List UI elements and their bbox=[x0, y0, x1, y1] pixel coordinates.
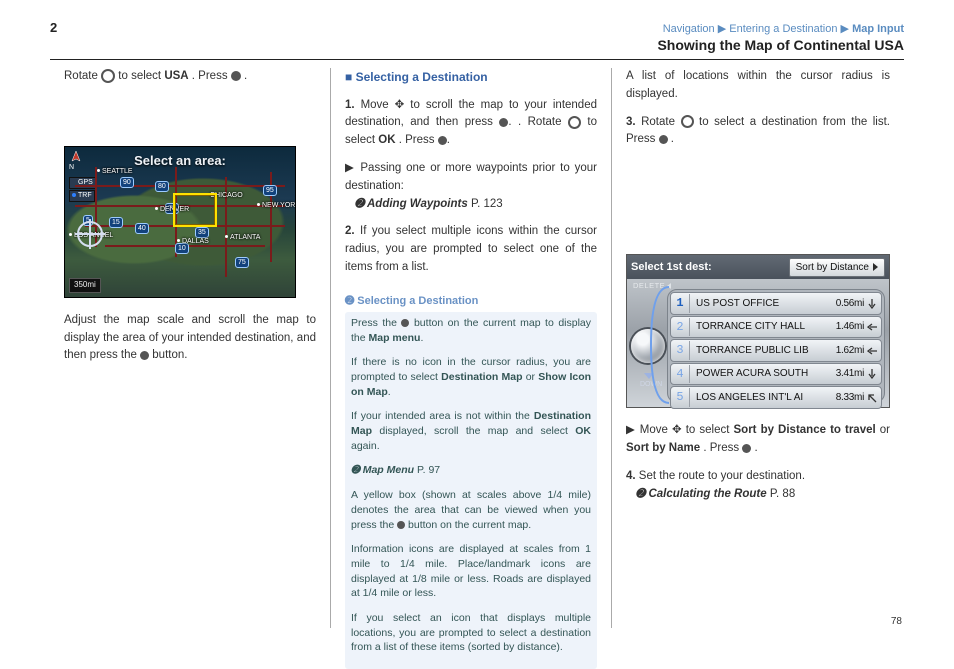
destination-list-item[interactable]: 2 TORRANCE CITY HALL1.46mi bbox=[670, 316, 882, 339]
destination-name: TORRANCE PUBLIC LIB bbox=[696, 343, 832, 359]
destination-list-item[interactable]: 4 POWER ACURA SOUTH3.41mi bbox=[670, 363, 882, 386]
compass-label: N bbox=[69, 163, 74, 174]
map-cursor-box bbox=[173, 193, 217, 227]
select-destination-figure: Select 1st dest: Sort by Distance DELETE… bbox=[626, 254, 890, 408]
destination-name: POWER ACURA SOUTH bbox=[696, 366, 832, 382]
col2-step2: 2. If you select multiple icons within t… bbox=[345, 223, 597, 276]
interstate-shield: 90 bbox=[120, 177, 134, 188]
col2-step1: 1. Move ✥ to scroll the map to your inte… bbox=[345, 97, 597, 150]
destination-name: US POST OFFICE bbox=[696, 296, 832, 312]
dial-icon bbox=[568, 116, 581, 129]
interstate-shield: 80 bbox=[155, 181, 169, 192]
destination-distance: 1.62mi bbox=[836, 343, 864, 359]
destination-list-item[interactable]: 3 TORRANCE PUBLIC LIB1.62mi bbox=[670, 339, 882, 362]
destination-distance: 8.33mi bbox=[836, 390, 864, 406]
enter-icon bbox=[401, 319, 409, 327]
note-head: ➋ Selecting a Destination bbox=[345, 293, 597, 310]
destination-list-item[interactable]: 5 LOS ANGELES INT'L AI8.33mi bbox=[670, 386, 882, 409]
interstate-shield: 15 bbox=[109, 217, 123, 228]
joystick-icon: ✥ bbox=[672, 424, 682, 436]
dial-icon[interactable] bbox=[631, 329, 665, 363]
interstate-shield: 95 bbox=[263, 185, 277, 196]
list-index: 1 bbox=[671, 294, 690, 313]
gps-chip: GPS bbox=[69, 177, 96, 189]
list-index: 3 bbox=[671, 341, 690, 360]
nav-header: Select 1st dest: Sort by Distance bbox=[627, 255, 889, 279]
enter-icon bbox=[742, 444, 751, 453]
chevron-down-icon bbox=[644, 373, 654, 379]
col3-step4: 4. Set the route to your destination. ➋ … bbox=[626, 468, 890, 504]
list-index: 4 bbox=[671, 365, 690, 384]
breadcrumb: Navigation ▶ Entering a Destination ▶ Ma… bbox=[657, 22, 904, 35]
list-index: 5 bbox=[671, 388, 690, 407]
nav-title: Select 1st dest: bbox=[631, 259, 712, 276]
chevron-right-icon bbox=[873, 263, 878, 271]
vehicle-crosshair-icon bbox=[77, 221, 103, 247]
map-city: SEATTLE bbox=[97, 167, 133, 178]
section-number: 2 bbox=[50, 20, 57, 35]
enter-icon bbox=[140, 351, 149, 360]
enter-icon bbox=[499, 118, 508, 127]
destination-distance: 0.56mi bbox=[836, 296, 864, 312]
direction-arrow-icon bbox=[867, 299, 877, 309]
trf-chip: TRF bbox=[69, 190, 95, 202]
direction-arrow-icon bbox=[867, 322, 877, 332]
map-city: DALLAS bbox=[177, 237, 209, 248]
map-city: NEW YORK bbox=[257, 201, 296, 212]
scroll-down-button[interactable]: DOWN bbox=[640, 373, 658, 391]
col3-step3: 3. Rotate to select a destination from t… bbox=[626, 114, 890, 150]
list-index: 2 bbox=[671, 318, 690, 337]
col3-sortnote: ▶ Move ✥ to select Sort by Distance to t… bbox=[626, 422, 890, 458]
sort-by-distance-button[interactable]: Sort by Distance bbox=[789, 258, 885, 278]
column-1: Rotate to select USA . Press . Select an… bbox=[50, 68, 330, 628]
destination-list: 1 US POST OFFICE0.56mi 2 TORRANCE CITY HALL… bbox=[667, 289, 885, 403]
direction-arrow-icon bbox=[867, 346, 877, 356]
enter-icon bbox=[231, 71, 241, 81]
dial-icon bbox=[101, 69, 115, 83]
direction-arrow-icon bbox=[867, 369, 877, 379]
destination-name: TORRANCE CITY HALL bbox=[696, 319, 832, 335]
enter-icon bbox=[397, 521, 405, 529]
column-2: ■ Selecting a Destination 1. Move ✥ to s… bbox=[330, 68, 611, 628]
direction-arrow-icon bbox=[867, 393, 877, 403]
dial-icon bbox=[681, 115, 694, 128]
delete-button[interactable]: DELETE bbox=[633, 280, 671, 292]
col1-instruction: Rotate to select USA . Press . bbox=[64, 68, 316, 86]
interstate-shield: 75 bbox=[235, 257, 249, 268]
destination-list-item[interactable]: 1 US POST OFFICE0.56mi bbox=[670, 292, 882, 315]
col1-caption: Adjust the map scale and scroll the map … bbox=[64, 312, 316, 365]
enter-icon bbox=[659, 135, 668, 144]
col2-bullet: ▶ Passing one or more waypoints prior to… bbox=[345, 160, 597, 213]
page-title: Showing the Map of Continental USA bbox=[657, 37, 904, 53]
interstate-shield: 40 bbox=[135, 223, 149, 234]
column-3: A list of locations within the cursor ra… bbox=[611, 68, 904, 628]
map-scale: 350mi bbox=[69, 278, 101, 292]
map-city: ATLANTA bbox=[225, 233, 260, 244]
destination-name: LOS ANGELES INT'L AI bbox=[696, 390, 832, 406]
enter-icon bbox=[438, 136, 447, 145]
destination-distance: 3.41mi bbox=[836, 366, 864, 382]
map-select-area-figure: Select an area: N GPS TRF bbox=[64, 146, 296, 298]
col3-intro: A list of locations within the cursor ra… bbox=[626, 68, 890, 104]
destination-distance: 1.46mi bbox=[836, 319, 864, 335]
page-number: 78 bbox=[50, 616, 904, 627]
joystick-icon: ✥ bbox=[395, 99, 405, 111]
subsection-title: ■ Selecting a Destination bbox=[345, 68, 597, 87]
chevron-left-icon bbox=[667, 283, 671, 289]
page-header: 2 Navigation ▶ Entering a Destination ▶ … bbox=[50, 20, 904, 60]
